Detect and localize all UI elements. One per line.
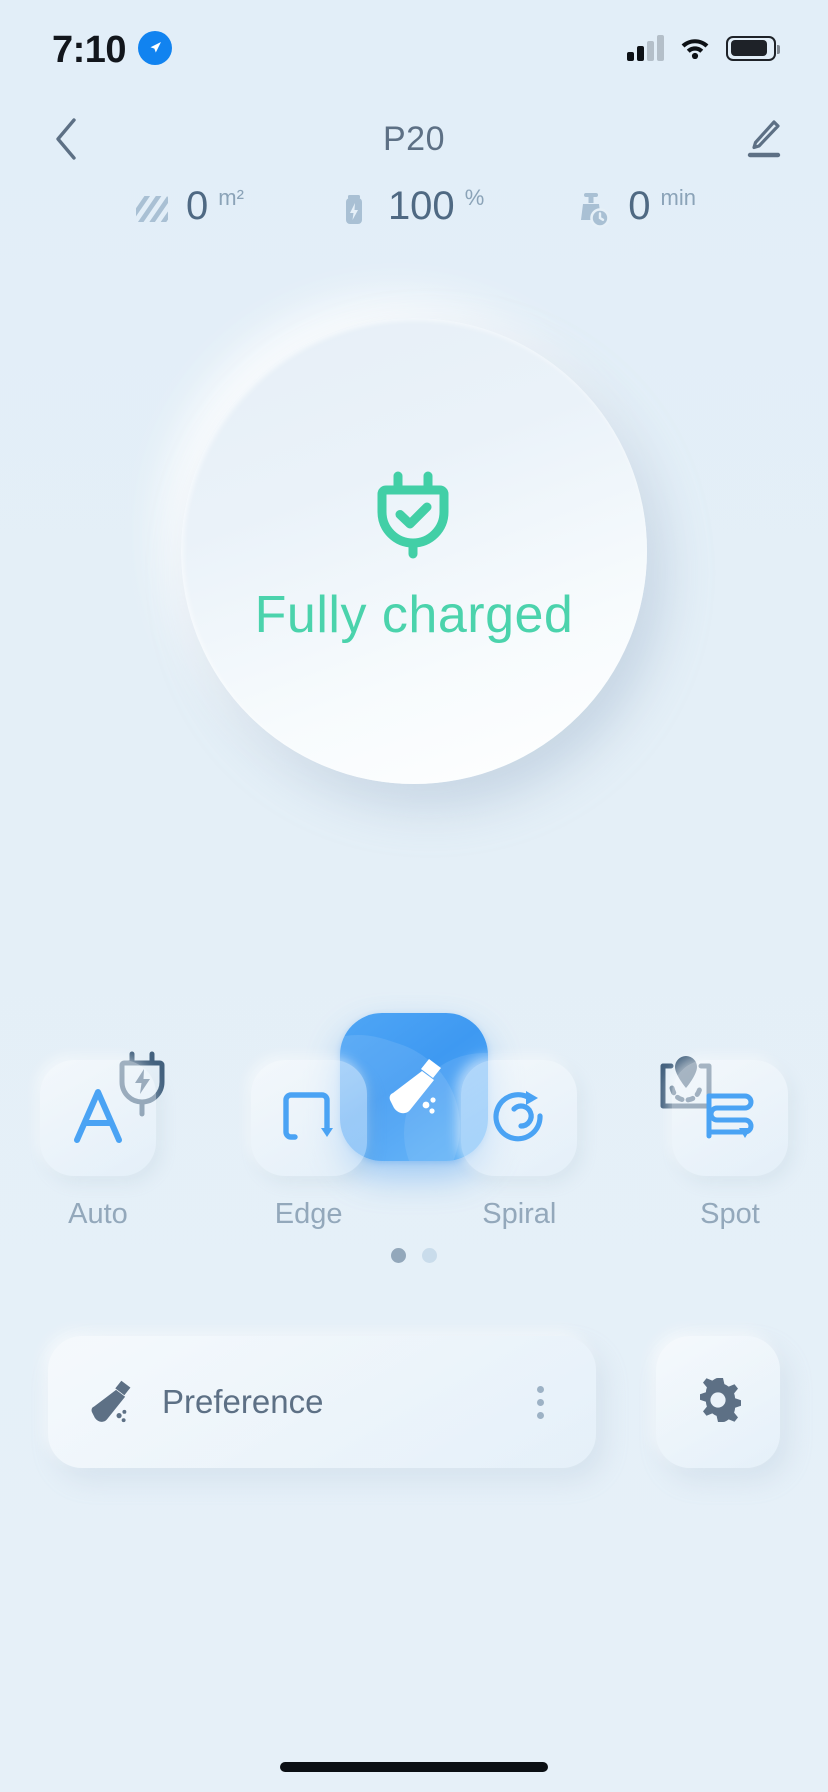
device-status-text: Fully charged <box>254 585 574 644</box>
stat-battery: 100 % <box>332 184 486 230</box>
mode-label: Spot <box>700 1198 760 1230</box>
status-bar-left: 7:10 <box>52 27 173 71</box>
mode-tile <box>461 1060 578 1176</box>
status-bar-time: 7:10 <box>52 29 127 71</box>
stat-clean-time: 0 min <box>572 184 698 230</box>
battery-icon <box>726 35 780 61</box>
mode-tile <box>40 1060 156 1176</box>
letter-a-icon <box>69 1086 127 1151</box>
stat-unit: min <box>660 185 696 210</box>
page-dot[interactable] <box>422 1248 437 1263</box>
wifi-icon <box>678 33 712 64</box>
stat-value: 0 <box>186 184 209 228</box>
app-screen: 7:10 P20 0 m² 100 % 0 min Fully charged … <box>0 0 828 1792</box>
area-hatch-icon <box>130 186 174 230</box>
stats-row: 0 m² 100 % 0 min <box>0 184 828 230</box>
location-arrow-icon <box>138 31 173 65</box>
status-bar: 7:10 <box>0 0 828 96</box>
stat-unit: m² <box>218 185 244 210</box>
mode-edge[interactable]: Edge <box>250 1060 367 1231</box>
stat-value: 0 <box>628 184 651 228</box>
plug-check-icon <box>366 462 462 567</box>
mode-spot[interactable]: Spot <box>671 1060 788 1231</box>
settings-button[interactable] <box>656 1336 780 1468</box>
gear-icon <box>690 1372 746 1433</box>
spot-zigzag-icon <box>701 1088 759 1149</box>
page-title: P20 <box>383 119 445 158</box>
mode-tile <box>250 1060 367 1176</box>
stat-unit: % <box>464 185 485 210</box>
mode-label: Spiral <box>482 1198 557 1230</box>
stat-value: 100 <box>387 184 455 228</box>
battery-level-icon <box>332 186 376 230</box>
mode-spiral[interactable]: Spiral <box>461 1060 578 1231</box>
page-indicator <box>0 1248 828 1263</box>
preference-card[interactable]: Preference <box>48 1336 596 1468</box>
home-indicator <box>280 1762 548 1772</box>
broom-icon <box>82 1374 138 1430</box>
pencil-edit-icon[interactable] <box>730 107 794 171</box>
cellular-signal-icon <box>627 35 664 61</box>
edge-rectangle-icon <box>281 1087 337 1150</box>
spiral-icon <box>490 1087 548 1150</box>
clean-time-icon <box>572 186 616 230</box>
navigation-bar: P20 <box>0 96 828 182</box>
bottom-bar: Preference <box>48 1336 780 1468</box>
status-bar-right <box>627 33 780 64</box>
mode-label: Auto <box>68 1198 128 1230</box>
back-button[interactable] <box>34 107 98 171</box>
device-status-circle[interactable]: Fully charged <box>181 318 647 784</box>
stat-cleaned-area: 0 m² <box>130 184 246 230</box>
preference-label: Preference <box>162 1383 324 1420</box>
more-vertical-icon[interactable] <box>518 1380 562 1424</box>
page-dot-active[interactable] <box>391 1248 406 1263</box>
mode-auto[interactable]: Auto <box>40 1060 156 1231</box>
mode-label: Edge <box>274 1198 343 1230</box>
mode-tile <box>671 1060 788 1176</box>
